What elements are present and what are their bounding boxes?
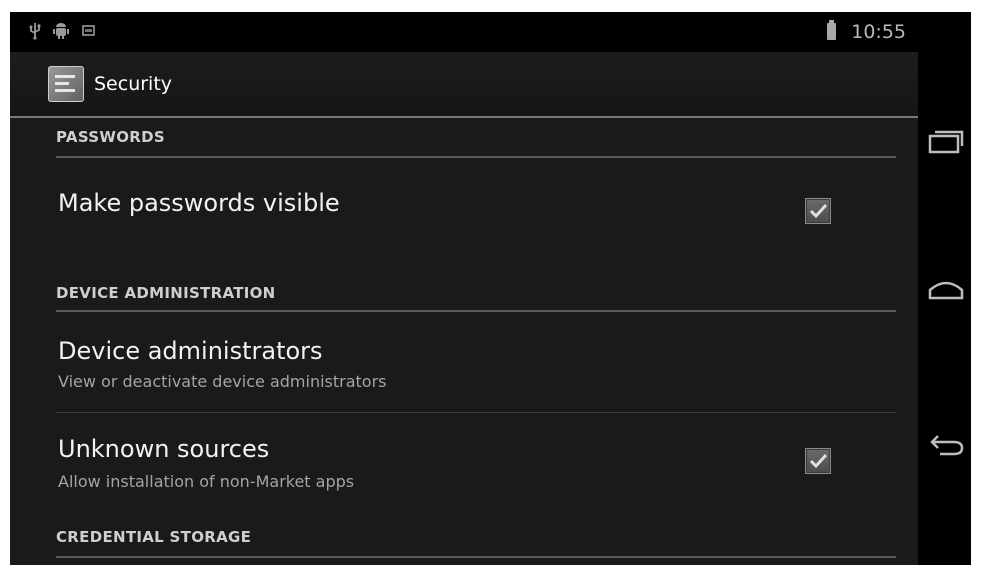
check-icon	[809, 453, 828, 469]
make-passwords-visible-checkbox[interactable]	[805, 198, 831, 224]
unknown-sources-checkbox[interactable]	[805, 448, 831, 474]
section-header-device-administration: DEVICE ADMINISTRATION	[56, 272, 896, 312]
android-debug-icon	[52, 22, 70, 45]
section-header-passwords: PASSWORDS	[56, 128, 896, 158]
section-header-label: DEVICE ADMINISTRATION	[56, 284, 276, 302]
status-time: 10:55	[851, 21, 906, 43]
section-header-label: CREDENTIAL STORAGE	[56, 528, 252, 546]
pref-title: Make passwords visible	[58, 189, 340, 217]
settings-app-icon[interactable]	[48, 66, 84, 102]
pref-make-passwords-visible[interactable]: Make passwords visible	[10, 160, 918, 264]
pref-summary: Allow installation of non-Market apps	[58, 472, 355, 491]
pref-device-administrators[interactable]: Device administrators View or deactivate…	[10, 312, 918, 412]
battery-icon	[827, 20, 836, 40]
row-divider	[56, 412, 896, 413]
home-icon[interactable]	[926, 270, 966, 310]
notification-icon	[82, 22, 96, 42]
pref-unknown-sources[interactable]: Unknown sources Allow installation of no…	[10, 414, 918, 510]
pref-title: Unknown sources	[58, 435, 270, 463]
page-title: Security	[94, 73, 173, 95]
tablet-frame: 10:55 Security PASSWORDS Make passwords …	[10, 12, 971, 565]
pref-summary: View or deactivate device administrators	[58, 372, 387, 391]
recent-apps-icon[interactable]	[926, 122, 966, 162]
check-icon	[809, 203, 828, 219]
usb-icon	[28, 22, 42, 45]
navigation-bar	[918, 12, 971, 565]
pref-title: Device administrators	[58, 337, 323, 365]
section-header-credential-storage: CREDENTIAL STORAGE	[56, 518, 896, 558]
action-bar: Security	[10, 52, 918, 118]
preferences-list: PASSWORDS Make passwords visible DEVICE …	[10, 118, 918, 565]
back-icon[interactable]	[926, 424, 966, 464]
status-bar: 10:55	[10, 12, 918, 52]
screen: 10:55 Security PASSWORDS Make passwords …	[10, 12, 918, 565]
